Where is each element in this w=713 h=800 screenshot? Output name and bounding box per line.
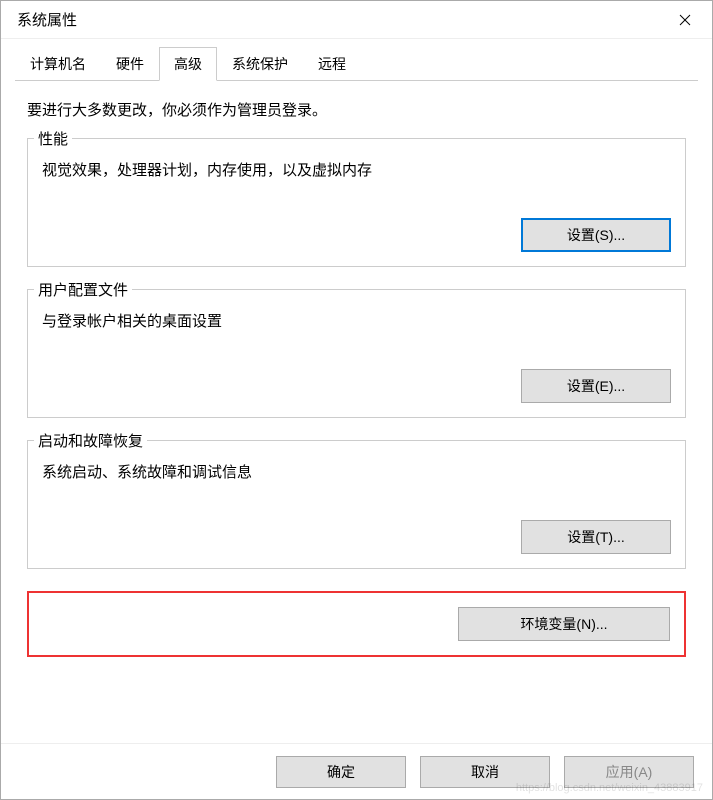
tab-content-advanced: 要进行大多数更改，你必须作为管理员登录。 性能 视觉效果，处理器计划，内存使用，… [1,81,712,743]
env-var-highlight-box: 环境变量(N)... [27,591,686,657]
group-performance-desc: 视觉效果，处理器计划，内存使用，以及虚拟内存 [42,159,671,180]
close-button[interactable] [670,5,700,35]
apply-button[interactable]: 应用(A) [564,756,694,788]
titlebar: 系统属性 [1,1,712,39]
admin-note-text: 要进行大多数更改，你必须作为管理员登录。 [27,99,686,120]
group-performance-title: 性能 [34,128,72,149]
system-properties-dialog: 系统属性 计算机名 硬件 高级 系统保护 远程 要进行大多数更改，你必须作为管理… [0,0,713,800]
group-startup-recovery-title: 启动和故障恢复 [34,430,147,451]
group-performance: 性能 视觉效果，处理器计划，内存使用，以及虚拟内存 设置(S)... [27,138,686,267]
group-startup-recovery: 启动和故障恢复 系统启动、系统故障和调试信息 设置(T)... [27,440,686,569]
cancel-button[interactable]: 取消 [420,756,550,788]
tab-remote[interactable]: 远程 [303,47,361,81]
tab-advanced[interactable]: 高级 [159,47,217,81]
group-user-profiles-title: 用户配置文件 [34,279,132,300]
group-startup-recovery-desc: 系统启动、系统故障和调试信息 [42,461,671,482]
group-user-profiles: 用户配置文件 与登录帐户相关的桌面设置 设置(E)... [27,289,686,418]
group-startup-recovery-button-row: 设置(T)... [42,520,671,554]
group-user-profiles-button-row: 设置(E)... [42,369,671,403]
dialog-button-bar: 确定 取消 应用(A) [1,743,712,799]
group-user-profiles-desc: 与登录帐户相关的桌面设置 [42,310,671,331]
tab-system-protection[interactable]: 系统保护 [217,47,303,81]
startup-recovery-settings-button[interactable]: 设置(T)... [521,520,671,554]
tab-strip: 计算机名 硬件 高级 系统保护 远程 [1,39,712,81]
ok-button[interactable]: 确定 [276,756,406,788]
window-title: 系统属性 [17,9,77,30]
group-performance-button-row: 设置(S)... [42,218,671,252]
user-profiles-settings-button[interactable]: 设置(E)... [521,369,671,403]
close-icon [679,14,691,26]
performance-settings-button[interactable]: 设置(S)... [521,218,671,252]
tab-hardware[interactable]: 硬件 [101,47,159,81]
environment-variables-button[interactable]: 环境变量(N)... [458,607,670,641]
tab-computer-name[interactable]: 计算机名 [15,47,101,81]
